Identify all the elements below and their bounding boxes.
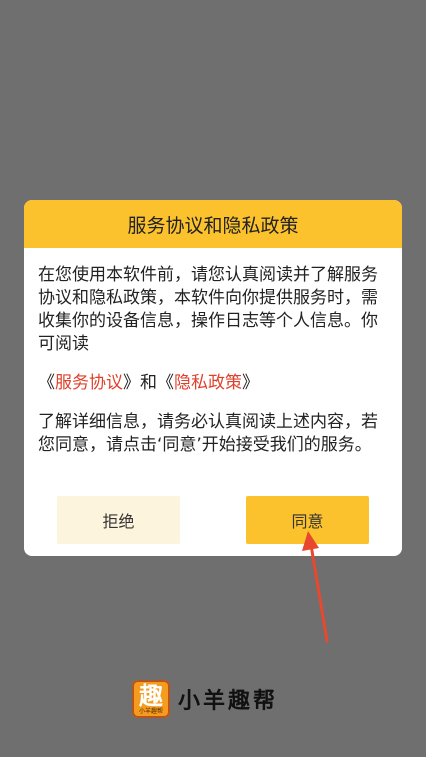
logo-char: 趣 <box>139 682 163 710</box>
pointer-arrow-icon <box>302 531 329 643</box>
screen: 服务协议和隐私政策 在您使用本软件前，请您认真阅读并了解服务协议和隐私政策，本软… <box>0 0 426 757</box>
brand-name: 小羊趣帮 <box>178 689 279 714</box>
qu-logo-icon: 趣 小羊趣帮 <box>132 680 170 718</box>
logo-subtext: 小羊趣帮 <box>138 708 163 715</box>
brand-footer: 趣 小羊趣帮 小羊趣帮 <box>132 679 278 719</box>
